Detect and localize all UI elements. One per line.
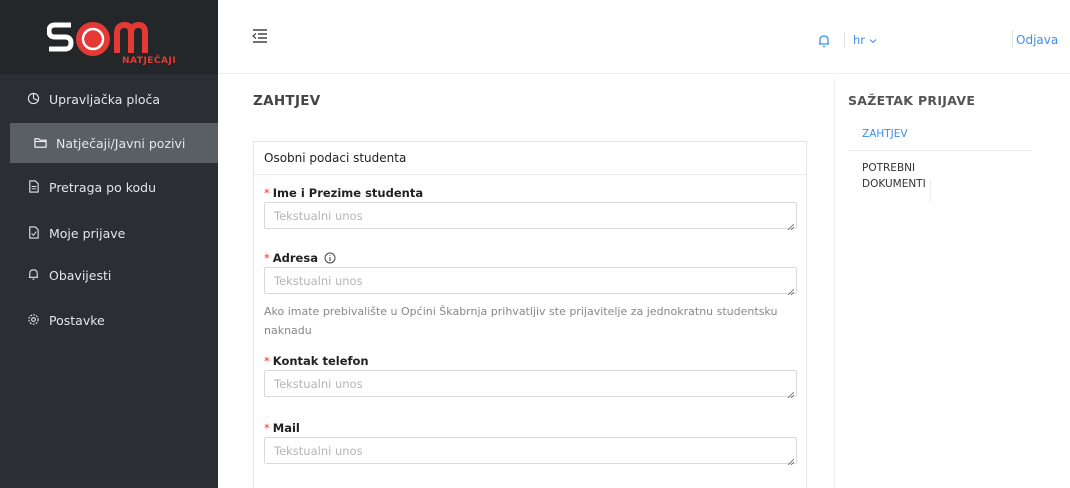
top-header: hr Odjava bbox=[218, 0, 1070, 74]
sidebar: NATJEČAJI Upravljačka ploča Natječaji/Ja… bbox=[0, 0, 218, 488]
sidebar-item-label: Pretraga po kodu bbox=[49, 179, 156, 195]
address-input[interactable] bbox=[264, 267, 797, 294]
phone-input[interactable] bbox=[264, 370, 797, 397]
summary-separator bbox=[930, 180, 931, 202]
language-value: hr bbox=[853, 33, 866, 47]
sidebar-item-label: Postavke bbox=[49, 312, 105, 328]
full-name-input[interactable] bbox=[264, 202, 797, 229]
resize-handle-icon[interactable] bbox=[788, 289, 794, 295]
header-divider bbox=[1012, 30, 1013, 48]
summary-item-label-line2: DOKUMENTI bbox=[862, 178, 926, 190]
sidebar-item-label: Natječaji/Javni pozivi bbox=[56, 135, 186, 151]
sidebar-item-label: Obavijesti bbox=[49, 267, 112, 283]
summary-item-zahtjev[interactable]: ZAHTJEV bbox=[862, 126, 908, 142]
required-marker: * bbox=[264, 186, 270, 200]
sidebar-item-moje-prijave[interactable]: Moje prijave bbox=[0, 213, 218, 253]
summary-item-dokumenti[interactable]: POTREBNI DOKUMENTI bbox=[862, 160, 926, 192]
document-search-icon bbox=[27, 180, 41, 194]
sidebar-item-dashboard[interactable]: Upravljačka ploča bbox=[0, 79, 218, 119]
language-select[interactable]: hr bbox=[853, 33, 877, 47]
page-title: ZAHTJEV bbox=[253, 93, 321, 109]
mail-input[interactable] bbox=[264, 437, 797, 464]
required-marker: * bbox=[264, 251, 270, 265]
field-label: Adresa bbox=[272, 251, 318, 265]
sidebar-item-label: Upravljačka ploča bbox=[49, 91, 160, 107]
field-full-name: * Ime i Prezime studenta bbox=[264, 184, 797, 233]
app-logo[interactable]: NATJEČAJI bbox=[0, 0, 218, 74]
resize-handle-icon[interactable] bbox=[788, 459, 794, 465]
logo-mark-icon bbox=[47, 21, 148, 56]
header-divider bbox=[844, 32, 845, 48]
field-address: *Adresa Ako imate prebivalište u Općini … bbox=[264, 249, 797, 340]
required-marker: * bbox=[264, 354, 270, 368]
summary-title: SAŽETAK PRIJAVE bbox=[848, 93, 976, 108]
summary-separator bbox=[848, 150, 1032, 151]
field-label: Ime i Prezime studenta bbox=[272, 186, 424, 200]
resize-handle-icon[interactable] bbox=[788, 392, 794, 398]
section-title: Osobni podaci studenta bbox=[254, 142, 806, 175]
required-marker: * bbox=[264, 421, 270, 435]
field-phone: * Kontak telefon bbox=[264, 352, 797, 401]
chevron-down-icon bbox=[869, 39, 877, 44]
logo-subtitle: NATJEČAJI bbox=[122, 56, 177, 66]
folder-icon bbox=[34, 136, 48, 150]
bell-icon bbox=[27, 268, 41, 282]
info-icon[interactable] bbox=[324, 252, 336, 264]
gear-icon bbox=[27, 313, 41, 327]
document-icon bbox=[27, 226, 41, 240]
sidebar-item-postavke[interactable]: Postavke bbox=[0, 300, 218, 340]
sidebar-item-pretraga[interactable]: Pretraga po kodu bbox=[0, 167, 218, 207]
summary-item-label-line1: POTREBNI bbox=[862, 162, 916, 174]
field-label: Mail bbox=[272, 421, 300, 435]
summary-divider bbox=[834, 78, 835, 488]
dashboard-icon bbox=[27, 92, 41, 106]
address-hint: Ako imate prebivalište u Općini Škabrnja… bbox=[264, 305, 778, 337]
resize-handle-icon[interactable] bbox=[788, 224, 794, 230]
logout-link[interactable]: Odjava bbox=[1016, 33, 1058, 47]
sidebar-item-label: Moje prijave bbox=[49, 225, 126, 241]
field-label: Kontak telefon bbox=[272, 354, 369, 368]
field-mail: * Mail bbox=[264, 419, 797, 468]
sidebar-item-natjecaji[interactable]: Natječaji/Javni pozivi bbox=[10, 123, 218, 163]
notifications-bell-icon[interactable] bbox=[818, 33, 830, 48]
menu-collapse-icon[interactable] bbox=[252, 28, 268, 43]
sidebar-item-obavijesti[interactable]: Obavijesti bbox=[0, 255, 218, 295]
